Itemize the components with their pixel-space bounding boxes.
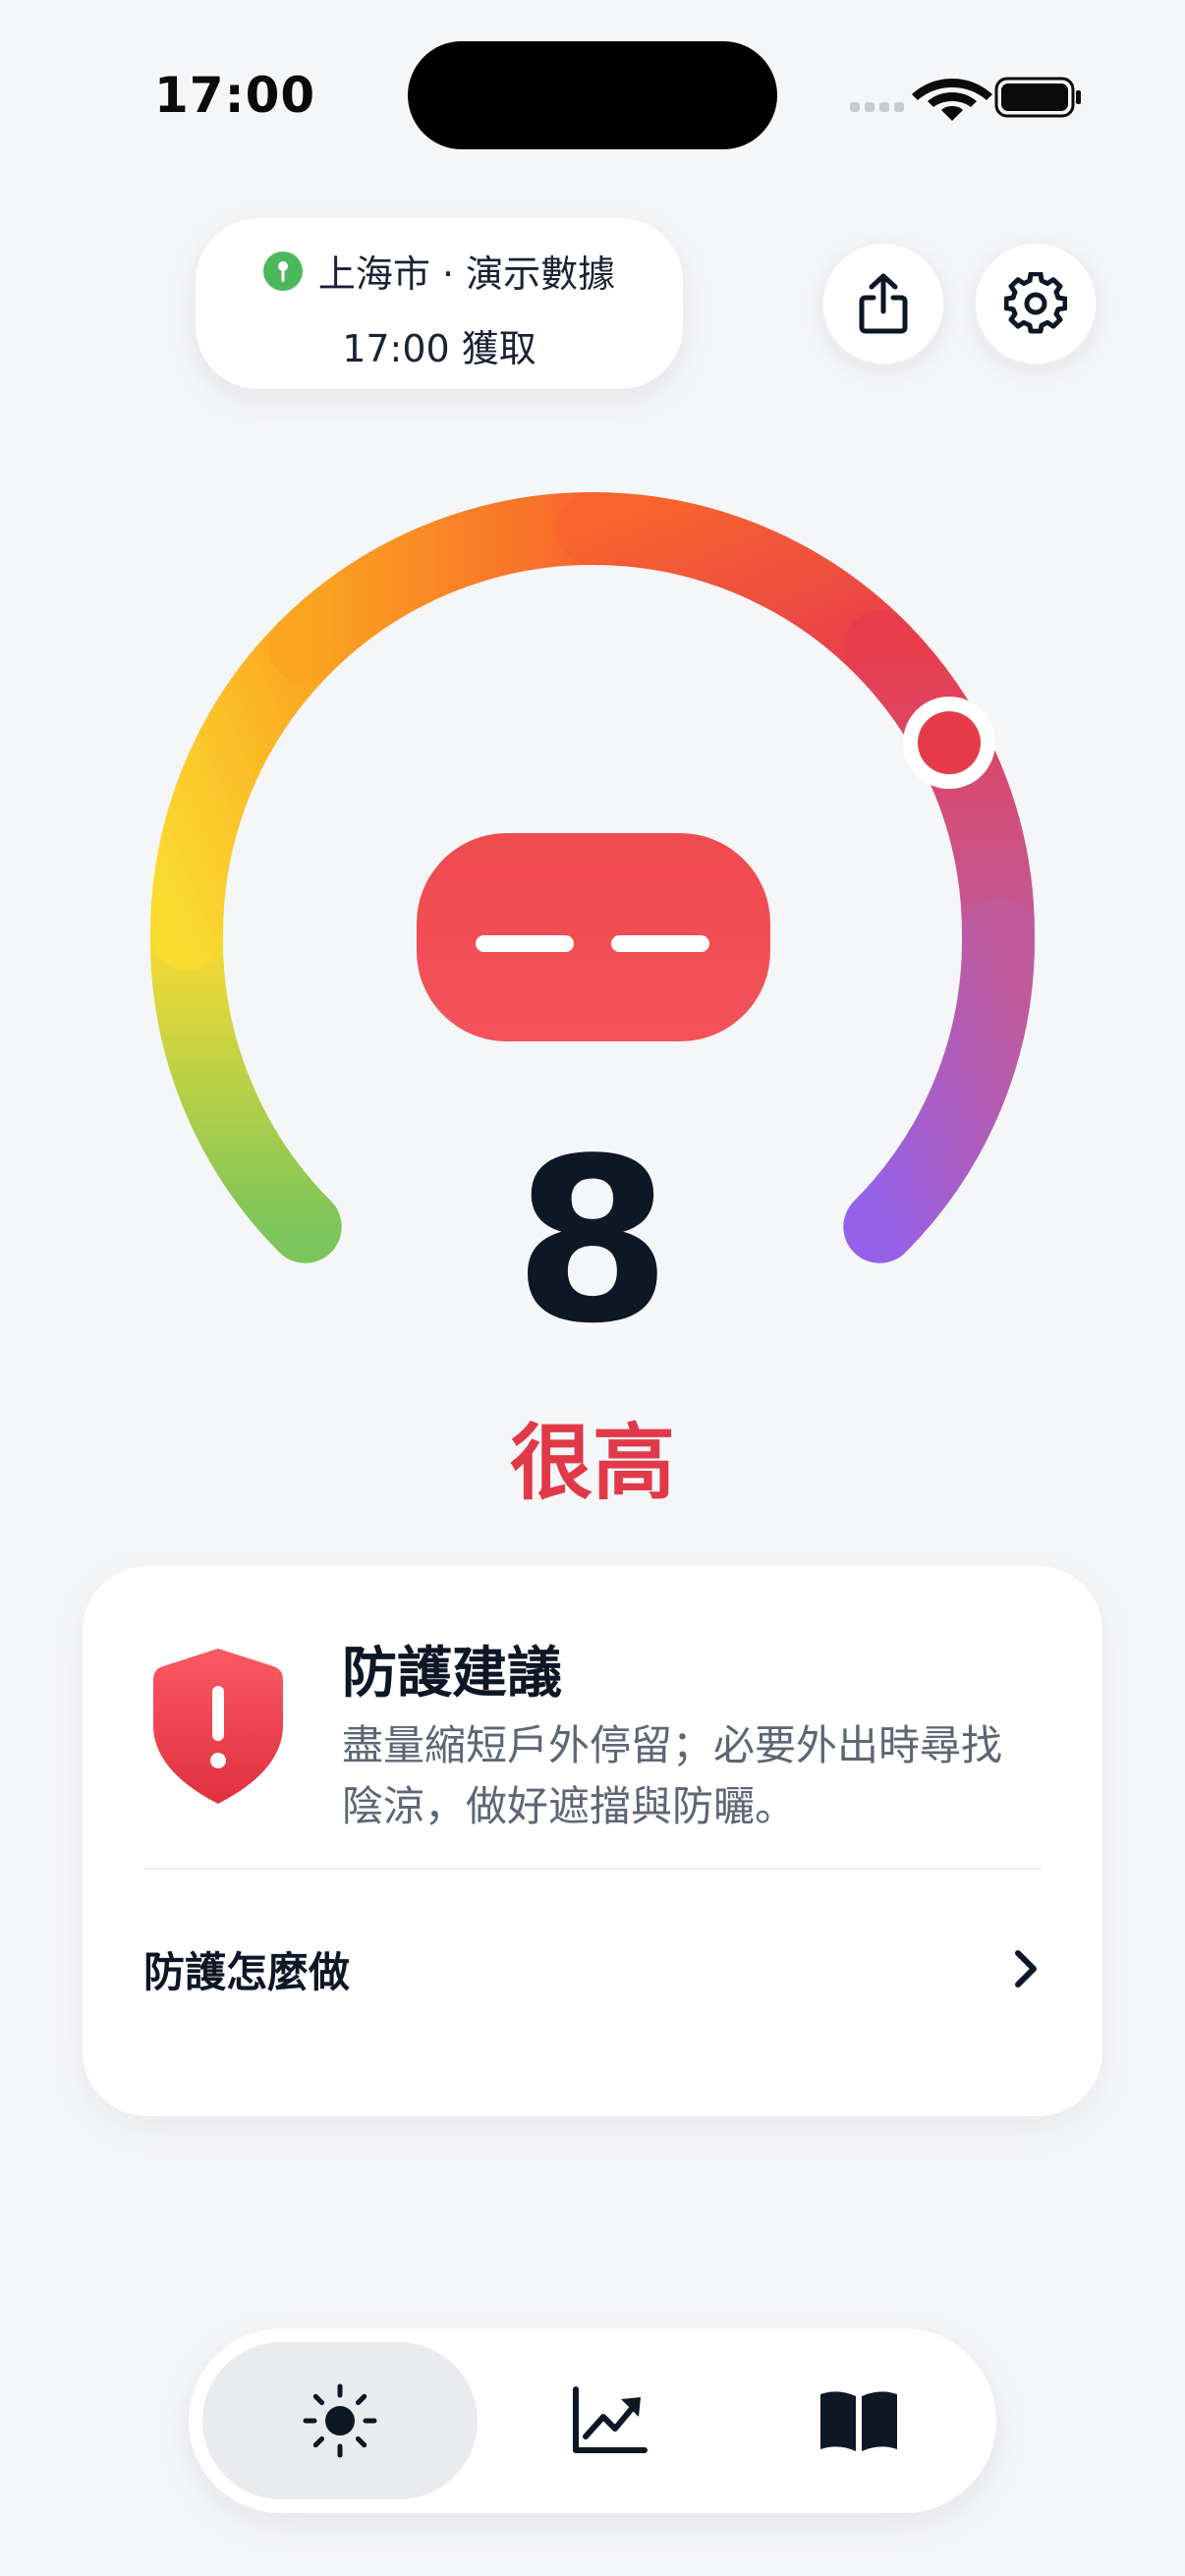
- tab-bar: [189, 2328, 996, 2513]
- tab-trend[interactable]: [491, 2342, 727, 2499]
- gauge-indicator: [903, 697, 995, 789]
- tab-guide[interactable]: [741, 2342, 977, 2499]
- gauge-arc-red-orange: [556, 491, 917, 684]
- advice-title: 防護建議: [342, 1642, 562, 1706]
- shield-alert-icon: [153, 1649, 283, 1804]
- gauge-arc-orange: [268, 491, 629, 684]
- protection-howto-row[interactable]: 防護怎麼做: [83, 1871, 1102, 2067]
- card-divider: [143, 1868, 1042, 1870]
- howto-label: 防護怎麼做: [143, 1948, 351, 1996]
- tab-today[interactable]: [202, 2342, 478, 2499]
- uv-face-icon: [417, 833, 770, 1041]
- trend-chart-icon: [573, 2386, 648, 2453]
- book-icon: [820, 2391, 897, 2451]
- gauge-arc-red: [843, 610, 1036, 971]
- uv-index-value: 8: [513, 1111, 672, 1373]
- protection-advice-card: 防護建議 盡量縮短戶外停留；必要外出時尋找陰涼，做好遮擋與防曬。 防護怎麼做: [83, 1566, 1102, 2116]
- chevron-right-icon: [1015, 1950, 1037, 1988]
- advice-text: 盡量縮短戶外停留；必要外出時尋找陰涼，做好遮擋與防曬。: [342, 1721, 1003, 1830]
- gauge-arc-yellow: [149, 610, 342, 971]
- uv-level-label: 很高: [509, 1415, 675, 1511]
- sun-icon: [303, 2383, 377, 2458]
